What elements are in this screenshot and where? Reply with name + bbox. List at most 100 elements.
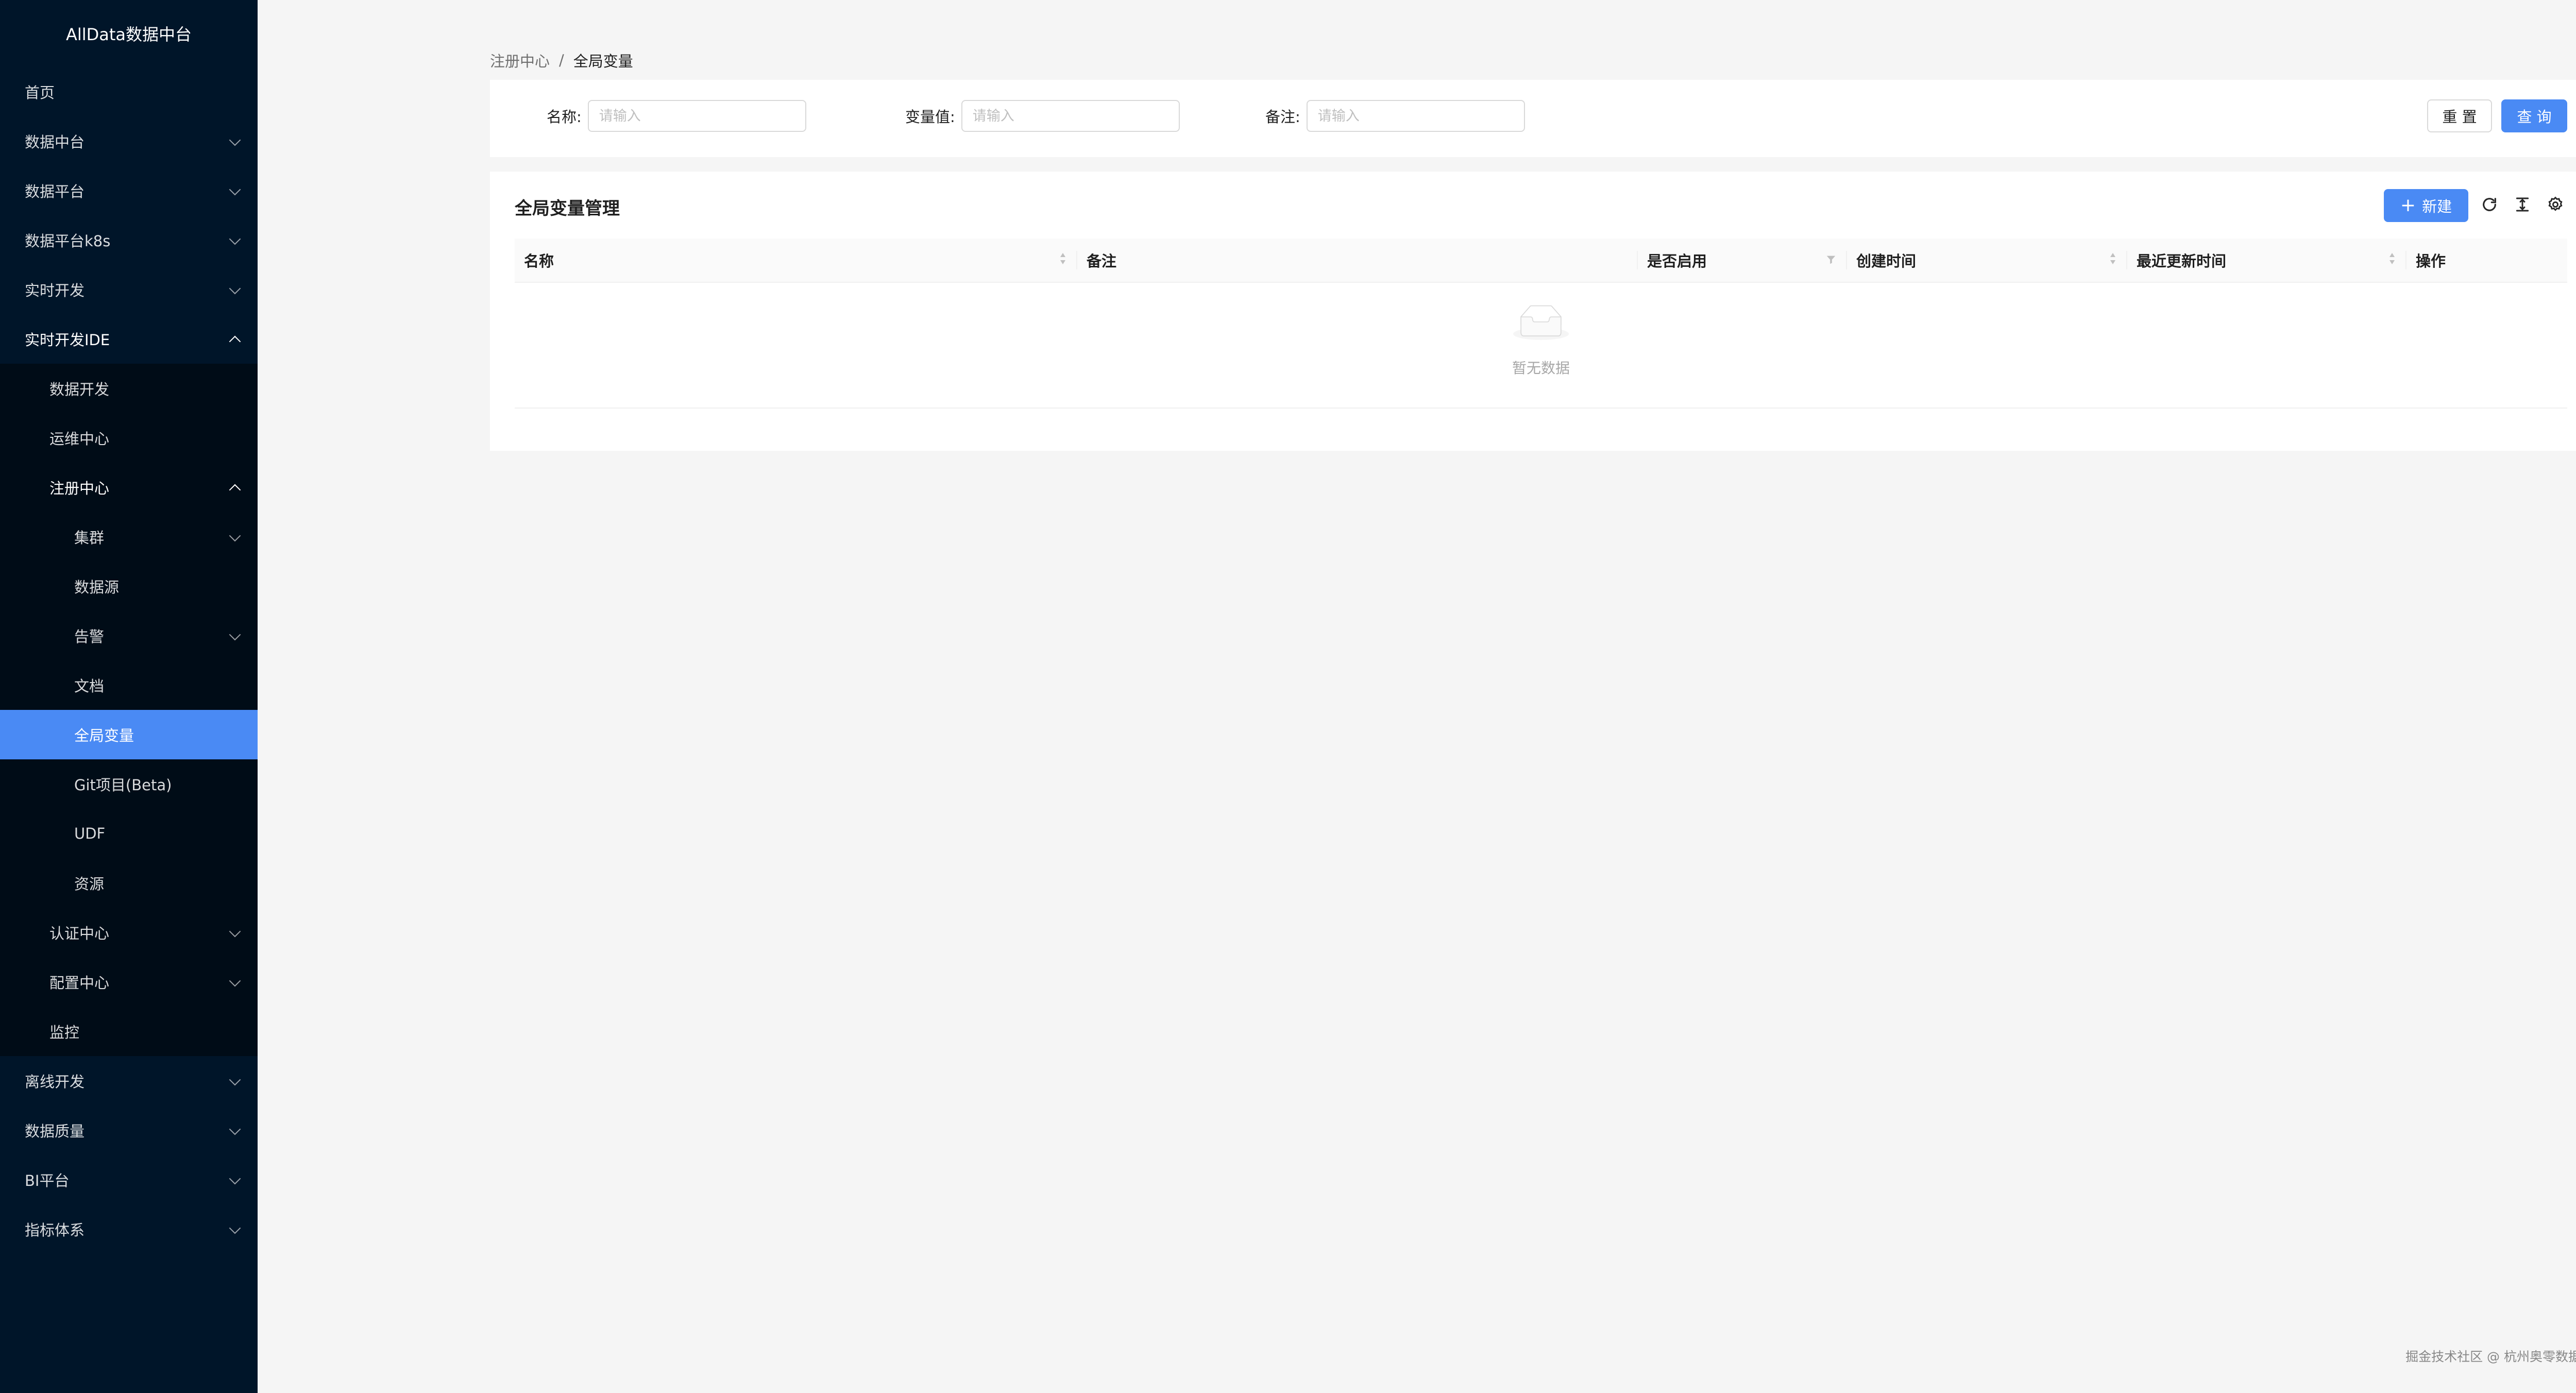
sidebar-item-home[interactable]: 首页 xyxy=(0,67,258,116)
sidebar-item-ops-center[interactable]: 运维中心 xyxy=(0,413,258,463)
sidebar-item-datasource[interactable]: 数据源 xyxy=(0,562,258,611)
query-button[interactable]: 查 询 xyxy=(2501,99,2567,132)
footer-watermark: 掘金技术社区 @ 杭州奥零数据科技 xyxy=(2405,1349,2576,1364)
chevron-down-icon xyxy=(229,1222,241,1234)
chevron-down-icon xyxy=(229,1074,241,1086)
sort-icon[interactable] xyxy=(2109,251,2117,269)
name-input[interactable] xyxy=(587,100,806,132)
plus-icon: + xyxy=(2400,195,2416,216)
sidebar-item-alert[interactable]: 告警 xyxy=(0,611,258,660)
reload-icon[interactable] xyxy=(2478,193,2501,216)
sidebar-item-label: 认证中心 xyxy=(49,925,110,942)
sidebar-item-metrics-system[interactable]: 指标体系 xyxy=(0,1204,258,1254)
sidebar-item-document[interactable]: 文档 xyxy=(0,660,258,710)
sidebar-item-label: 注册中心 xyxy=(49,480,110,497)
sidebar-item-registry-center[interactable]: 注册中心 xyxy=(0,463,258,512)
value-label: 变量值: xyxy=(905,108,955,126)
new-button-label: 新建 xyxy=(2422,198,2452,215)
table-card: 全局变量管理 + 新建 名称 备注 是否启用 创建时间 最近更新时间 操作 暂无… xyxy=(490,172,2576,451)
breadcrumb-current: 全局变量 xyxy=(573,53,633,70)
sidebar-item-label: 数据开发 xyxy=(49,381,110,398)
empty-state: 暂无数据 xyxy=(515,282,2567,409)
sidebar-item-realtime-ide[interactable]: 实时开发IDE xyxy=(0,314,258,364)
sidebar-item-git-project[interactable]: Git项目(Beta) xyxy=(0,759,258,809)
chevron-down-icon xyxy=(229,975,241,987)
sidebar-item-data-dev[interactable]: 数据开发 xyxy=(0,364,258,413)
name-field: 名称: xyxy=(547,99,806,132)
chevron-down-icon xyxy=(229,183,241,196)
column-header-updated-time[interactable]: 最近更新时间 xyxy=(2127,239,2405,282)
sidebar-item-config-center[interactable]: 配置中心 xyxy=(0,957,258,1007)
sidebar-item-label: 实时开发 xyxy=(25,282,85,299)
column-title: 操作 xyxy=(2416,252,2446,270)
name-label: 名称: xyxy=(547,108,582,126)
chevron-down-icon xyxy=(229,233,241,245)
column-header-enabled[interactable]: 是否启用 xyxy=(1638,239,1846,282)
chevron-down-icon xyxy=(229,1173,241,1185)
sidebar-item-label: UDF xyxy=(74,825,106,842)
sidebar-item-data-center[interactable]: 数据中台 xyxy=(0,116,258,166)
column-header-name[interactable]: 名称 xyxy=(515,239,1076,282)
sidebar-item-realtime-dev[interactable]: 实时开发 xyxy=(0,265,258,314)
app-title: AllData数据中台 xyxy=(65,25,192,44)
chevron-down-icon xyxy=(229,530,241,542)
note-field: 备注: xyxy=(1265,99,1525,132)
chevron-down-icon xyxy=(229,282,241,295)
value-input[interactable] xyxy=(961,100,1180,132)
sidebar-item-label: 告警 xyxy=(74,628,105,645)
sidebar-item-label: 集群 xyxy=(74,529,105,547)
sidebar-item-label: 监控 xyxy=(49,1024,80,1041)
empty-inbox-icon xyxy=(1513,302,1569,346)
sidebar-item-data-platform[interactable]: 数据平台 xyxy=(0,166,258,215)
sidebar-item-label: BI平台 xyxy=(25,1172,70,1190)
sidebar-item-offline-dev[interactable]: 离线开发 xyxy=(0,1056,258,1106)
column-height-icon[interactable] xyxy=(2511,193,2534,216)
sidebar-item-monitor[interactable]: 监控 xyxy=(0,1007,258,1056)
sidebar-item-label: Git项目(Beta) xyxy=(74,776,172,794)
sidebar-item-global-variable[interactable]: 全局变量 xyxy=(0,710,258,759)
sidebar-item-resource[interactable]: 资源 xyxy=(0,858,258,908)
sort-icon[interactable] xyxy=(1059,251,1067,269)
value-field: 变量值: xyxy=(905,99,1180,132)
sidebar-item-auth-center[interactable]: 认证中心 xyxy=(0,908,258,957)
sidebar-item-bi-platform[interactable]: BI平台 xyxy=(0,1155,258,1204)
new-button[interactable]: + 新建 xyxy=(2384,189,2468,222)
sidebar-item-label: 数据平台k8s xyxy=(25,232,111,250)
sidebar-item-label: 实时开发IDE xyxy=(25,331,110,349)
chevron-down-icon xyxy=(229,925,241,938)
sidebar-item-cluster[interactable]: 集群 xyxy=(0,512,258,562)
sidebar-item-label: 首页 xyxy=(25,84,55,101)
chevron-down-icon xyxy=(229,1123,241,1135)
search-form: 名称: 变量值: 备注: 重 置 查 询 xyxy=(490,80,2576,157)
sidebar-item-label: 数据平台 xyxy=(25,183,85,200)
sidebar: AllData数据中台 首页 数据中台 数据平台 数据平台k8s 实时开发 实时… xyxy=(0,0,258,1393)
sidebar-item-label: 指标体系 xyxy=(25,1221,85,1239)
sidebar-item-label: 资源 xyxy=(74,875,105,893)
sidebar-menu: 首页 数据中台 数据平台 数据平台k8s 实时开发 实时开发IDE 数据开发 运… xyxy=(0,67,258,1254)
column-header-created-time[interactable]: 创建时间 xyxy=(1847,239,2126,282)
sidebar-item-data-quality[interactable]: 数据质量 xyxy=(0,1106,258,1155)
column-header-actions: 操作 xyxy=(2406,239,2567,282)
breadcrumb: 注册中心 / 全局变量 xyxy=(490,49,633,71)
chevron-down-icon xyxy=(229,134,241,146)
breadcrumb-separator: / xyxy=(559,52,564,69)
chevron-up-icon xyxy=(229,335,241,348)
column-title: 名称 xyxy=(524,252,554,270)
sort-icon[interactable] xyxy=(2388,251,2396,269)
sidebar-item-label: 文档 xyxy=(74,677,105,695)
chevron-down-icon xyxy=(229,628,241,641)
chevron-up-icon xyxy=(229,484,241,496)
sidebar-item-udf[interactable]: UDF xyxy=(0,809,258,858)
reset-button[interactable]: 重 置 xyxy=(2427,99,2492,132)
sidebar-item-data-platform-k8s[interactable]: 数据平台k8s xyxy=(0,215,258,265)
filter-icon[interactable] xyxy=(1825,251,1837,269)
breadcrumb-parent[interactable]: 注册中心 xyxy=(490,49,550,71)
column-title: 创建时间 xyxy=(1856,252,1917,270)
empty-text: 暂无数据 xyxy=(1512,360,1570,377)
sidebar-item-label: 全局变量 xyxy=(74,727,134,744)
column-title: 备注 xyxy=(1087,252,1117,270)
setting-icon[interactable] xyxy=(2544,193,2567,216)
sidebar-item-label: 数据质量 xyxy=(25,1123,85,1140)
sidebar-item-label: 数据中台 xyxy=(25,133,85,151)
note-input[interactable] xyxy=(1306,100,1525,132)
